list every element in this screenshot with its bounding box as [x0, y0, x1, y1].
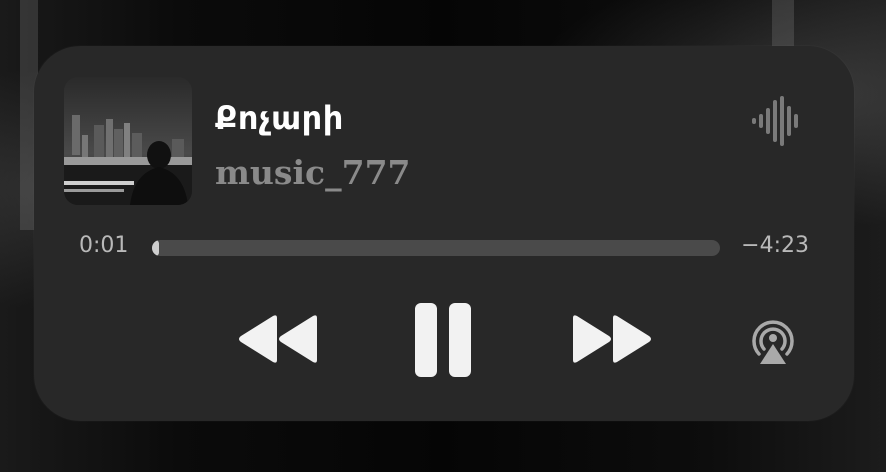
elapsed-time: 0:01	[79, 233, 129, 258]
progress-fill	[152, 240, 159, 256]
pause-icon	[415, 303, 471, 377]
airplay-icon	[752, 320, 794, 364]
rewind-button[interactable]	[237, 314, 321, 364]
progress-scrubber[interactable]	[152, 240, 720, 256]
fast-forward-button[interactable]	[569, 314, 653, 364]
remaining-time: −4:23	[741, 233, 809, 258]
album-artwork-image	[64, 77, 192, 205]
album-artwork[interactable]	[64, 77, 192, 205]
audio-waveform-icon	[752, 96, 798, 146]
airplay-button[interactable]	[746, 314, 800, 368]
track-artist[interactable]: music_777	[215, 152, 411, 194]
fast-forward-icon	[573, 315, 651, 363]
track-title: Քոչարի	[215, 99, 344, 137]
rewind-icon	[239, 315, 317, 363]
pause-button[interactable]	[413, 301, 473, 379]
now-playing-widget: Քոչարի music_777 0:01 −4:23	[34, 46, 854, 421]
